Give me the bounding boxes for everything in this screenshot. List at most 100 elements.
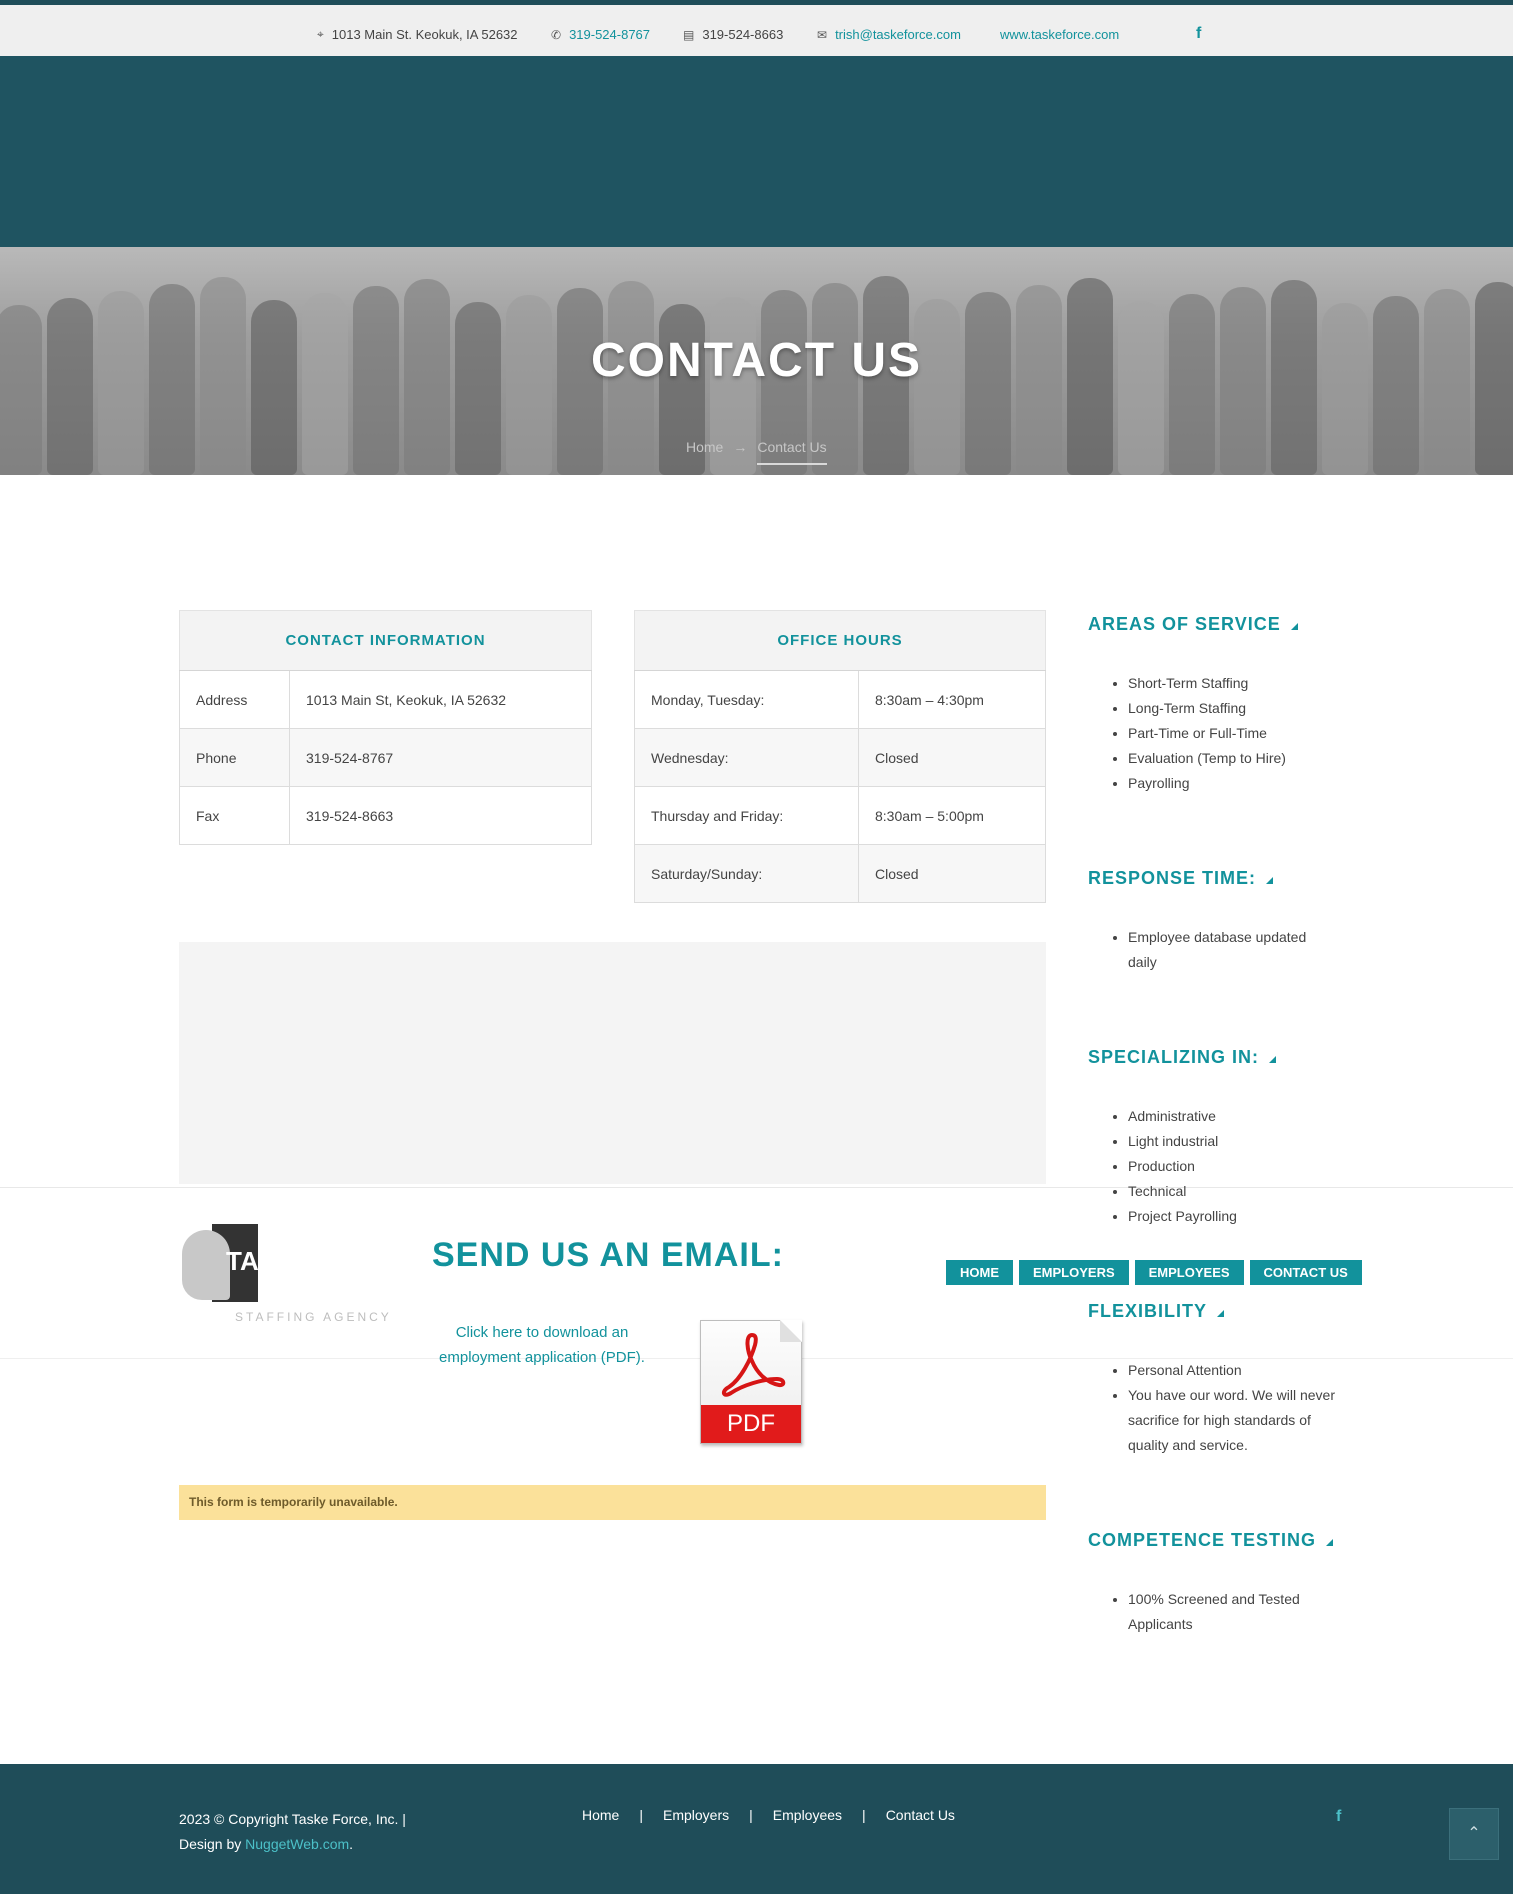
- address-item: ⌖ 1013 Main St. Keokuk, IA 52632: [317, 27, 518, 42]
- design-link[interactable]: NuggetWeb.com: [245, 1836, 349, 1852]
- nav-employees[interactable]: EMPLOYEES: [1134, 1260, 1244, 1285]
- fax-item: ▤ 319-524-8663: [683, 27, 783, 42]
- map-embed[interactable]: [179, 942, 1046, 1184]
- row-label: Address: [179, 670, 290, 729]
- breadcrumb-current: Contact Us: [757, 439, 827, 465]
- logo-subtitle: STAFFING AGENCY: [235, 1310, 392, 1324]
- table-row: Monday, Tuesday: 8:30am – 4:30pm: [634, 670, 1046, 729]
- footer-nav-employees[interactable]: Employees: [773, 1807, 842, 1823]
- acrobat-logo-icon: [722, 1332, 786, 1397]
- envelope-icon: ✉: [817, 27, 828, 42]
- logo-head-icon: [182, 1230, 230, 1300]
- list-item: 100% Screened and Tested Applicants: [1128, 1587, 1328, 1637]
- heading-text: FLEXIBILITY: [1088, 1301, 1207, 1321]
- facebook-item[interactable]: f: [1196, 25, 1201, 43]
- specializing-list: Administrative Light industrial Producti…: [1128, 1104, 1237, 1229]
- competence-testing-heading: COMPETENCE TESTING: [1088, 1530, 1334, 1551]
- table-row: Address 1013 Main St, Keokuk, IA 52632: [179, 670, 592, 729]
- list-item: Technical: [1128, 1179, 1237, 1204]
- phone-icon: ✆: [551, 27, 562, 42]
- footer-nav-employers[interactable]: Employers: [663, 1807, 729, 1823]
- row-value: 1013 Main St, Keokuk, IA 52632: [289, 670, 592, 729]
- row-day: Saturday/Sunday:: [634, 844, 859, 903]
- logo-letters: TA: [226, 1246, 259, 1276]
- table-row: Thursday and Friday: 8:30am – 5:00pm: [634, 786, 1046, 845]
- form-unavailable-notice: This form is temporarily unavailable.: [179, 1485, 1046, 1520]
- back-to-top-button[interactable]: ⌃: [1449, 1808, 1499, 1860]
- email-item[interactable]: ✉ trish@taskeforce.com: [817, 27, 961, 42]
- site-footer: 2023 © Copyright Taske Force, Inc. | Des…: [0, 1764, 1513, 1894]
- phone-link[interactable]: 319-524-8767: [569, 27, 650, 42]
- nav-home[interactable]: HOME: [946, 1260, 1013, 1285]
- table-row: Fax 319-524-8663: [179, 786, 592, 845]
- fax-text: 319-524-8663: [702, 27, 784, 42]
- breadcrumb: Home → Contact Us: [686, 439, 827, 465]
- heading-text: RESPONSE TIME:: [1088, 868, 1257, 888]
- heading-text: AREAS OF SERVICE: [1088, 614, 1281, 634]
- application-pdf-link[interactable]: Click here to download an employment app…: [432, 1320, 652, 1370]
- corner-triangle-icon: [1326, 1539, 1334, 1546]
- corner-triangle-icon: [1290, 623, 1298, 630]
- list-item: Long-Term Staffing: [1128, 696, 1286, 721]
- flexibility-list: Personal Attention You have our word. We…: [1128, 1358, 1353, 1458]
- list-item: Personal Attention: [1128, 1358, 1353, 1383]
- email-link[interactable]: trish@taskeforce.com: [835, 27, 961, 42]
- website-item[interactable]: www.taskeforce.com: [1000, 27, 1119, 42]
- row-label: Fax: [179, 786, 290, 845]
- row-day: Monday, Tuesday:: [634, 670, 859, 729]
- top-info-bar: ⌖ 1013 Main St. Keokuk, IA 52632 ✆ 319-5…: [0, 0, 1513, 56]
- office-hours-heading: OFFICE HOURS: [634, 610, 1046, 671]
- table-row: Saturday/Sunday: Closed: [634, 844, 1046, 903]
- list-item: Short-Term Staffing: [1128, 671, 1286, 696]
- list-item: Part-Time or Full-Time: [1128, 721, 1286, 746]
- row-hours: 8:30am – 5:00pm: [858, 786, 1046, 845]
- list-item: You have our word. We will never sacrifi…: [1128, 1383, 1353, 1458]
- row-hours: 8:30am – 4:30pm: [858, 670, 1046, 729]
- corner-triangle-icon: [1266, 877, 1274, 884]
- footer-nav-separator: |: [639, 1807, 643, 1823]
- footer-nav-separator: |: [749, 1807, 753, 1823]
- table-row: Wednesday: Closed: [634, 728, 1046, 787]
- row-value: 319-524-8767: [289, 728, 592, 787]
- list-item: Administrative: [1128, 1104, 1237, 1129]
- contact-info-table: CONTACT INFORMATION Address 1013 Main St…: [179, 610, 592, 845]
- send-email-title: SEND US AN EMAIL:: [432, 1236, 784, 1274]
- footer-nav: Home | Employers | Employees | Contact U…: [582, 1807, 955, 1823]
- phone-item[interactable]: ✆ 319-524-8767: [551, 27, 650, 42]
- website-link[interactable]: www.taskeforce.com: [1000, 27, 1119, 42]
- sticky-nav: HOME EMPLOYERS EMPLOYEES CONTACT US: [946, 1260, 1362, 1285]
- worker-silhouette: [0, 305, 42, 475]
- footer-nav-separator: |: [862, 1807, 866, 1823]
- specializing-heading: SPECIALIZING IN:: [1088, 1047, 1277, 1068]
- fax-icon: ▤: [683, 27, 695, 42]
- copyright: 2023 © Copyright Taske Force, Inc. | Des…: [179, 1807, 406, 1857]
- list-item: Production: [1128, 1154, 1237, 1179]
- design-prefix: Design by: [179, 1836, 242, 1852]
- corner-triangle-icon: [1269, 1056, 1277, 1063]
- list-item: Payrolling: [1128, 771, 1286, 796]
- row-hours: Closed: [858, 844, 1046, 903]
- nav-employers[interactable]: EMPLOYERS: [1019, 1260, 1129, 1285]
- nav-contact-us[interactable]: CONTACT US: [1249, 1260, 1362, 1285]
- row-value: 319-524-8663: [289, 786, 592, 845]
- site-logo[interactable]: TA: [180, 1222, 260, 1302]
- footer-nav-home[interactable]: Home: [582, 1807, 619, 1823]
- response-time-list: Employee database updated daily: [1128, 925, 1328, 975]
- map-pin-icon: ⌖: [317, 27, 324, 41]
- flexibility-heading: FLEXIBILITY: [1088, 1301, 1224, 1322]
- copyright-text: 2023 © Copyright Taske Force, Inc. |: [179, 1811, 406, 1827]
- worker-silhouette: [1322, 303, 1368, 475]
- footer-nav-contact-us[interactable]: Contact Us: [886, 1807, 955, 1823]
- list-item: Project Payrolling: [1128, 1204, 1237, 1229]
- list-item: Evaluation (Temp to Hire): [1128, 746, 1286, 771]
- pdf-icon[interactable]: PDF: [700, 1320, 802, 1444]
- breadcrumb-home[interactable]: Home: [686, 439, 723, 455]
- design-suffix: .: [349, 1836, 354, 1852]
- office-hours-table: OFFICE HOURS Monday, Tuesday: 8:30am – 4…: [634, 610, 1046, 903]
- facebook-icon[interactable]: f: [1196, 25, 1201, 43]
- row-day: Thursday and Friday:: [634, 786, 859, 845]
- footer-facebook-icon[interactable]: f: [1336, 1808, 1341, 1826]
- header-band: [0, 56, 1513, 247]
- breadcrumb-arrow-icon: →: [733, 439, 748, 455]
- corner-triangle-icon: [1217, 1310, 1224, 1317]
